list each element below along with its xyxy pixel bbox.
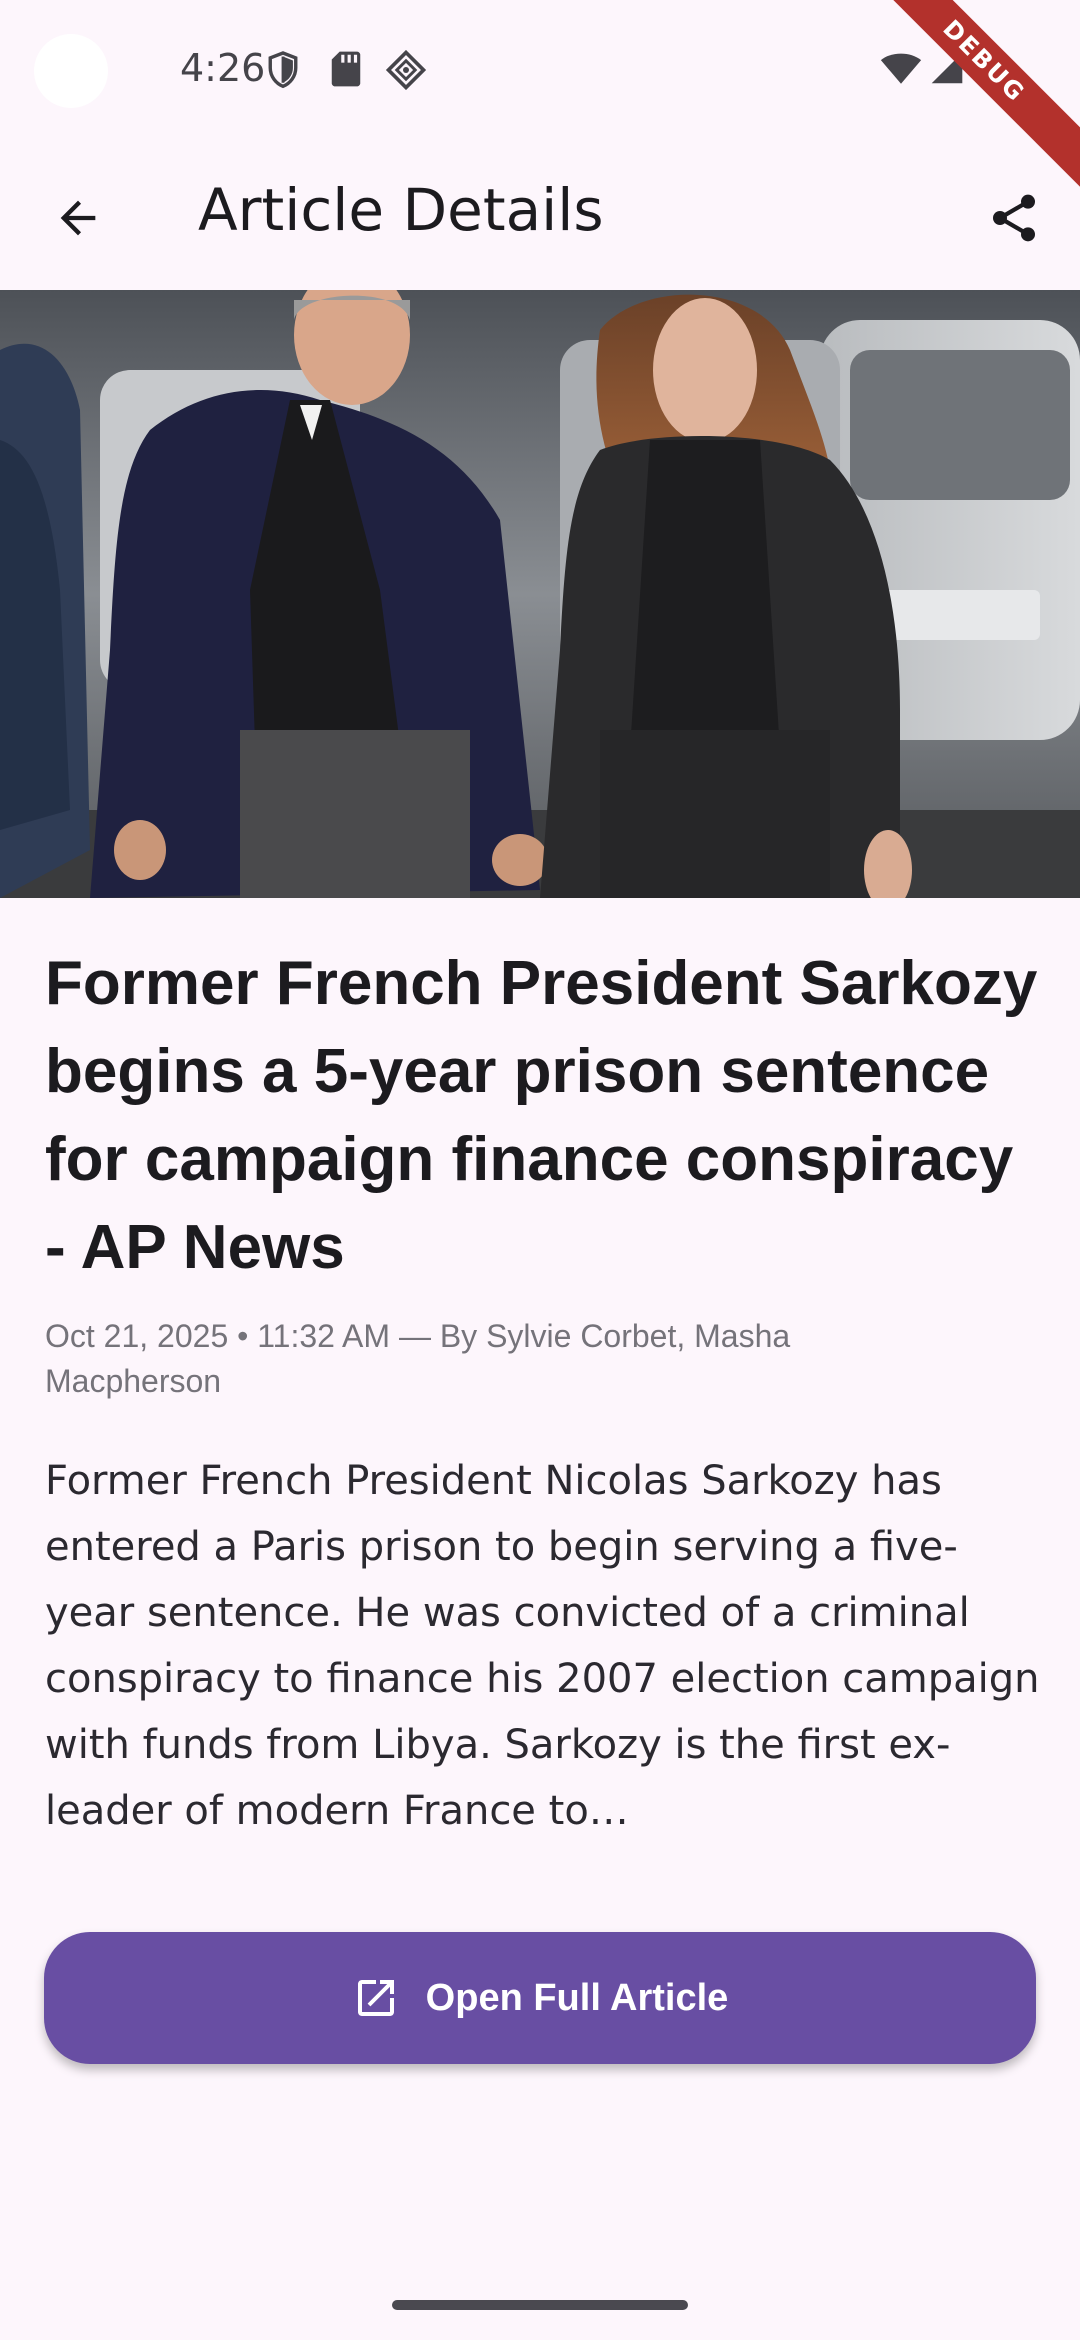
app-bar: Article Details — [0, 140, 1080, 290]
open-full-article-button[interactable]: Open Full Article — [44, 1932, 1036, 2064]
arrow-back-icon — [60, 200, 96, 236]
article-hero-image — [0, 290, 1080, 898]
shield-icon — [266, 50, 300, 95]
article-headline: Former French President Sarkozy begins a… — [45, 949, 1038, 1282]
share-icon — [993, 194, 1035, 242]
article-summary: Former French President Nicolas Sarkozy … — [45, 1458, 1040, 1834]
sd-card-icon — [330, 50, 362, 93]
home-indicator[interactable] — [392, 2300, 688, 2310]
page-title: Article Details — [198, 176, 604, 244]
vpn-icon — [385, 49, 427, 95]
back-button[interactable] — [36, 176, 120, 260]
status-time: 4:26 — [180, 46, 266, 90]
wifi-icon — [880, 50, 922, 91]
share-button[interactable] — [970, 174, 1058, 262]
open-full-article-label: Open Full Article — [425, 1976, 729, 2019]
open-in-new-icon — [357, 1980, 394, 2016]
article-meta: Oct 21, 2025 • 11:32 AM — By Sylvie Corb… — [45, 1318, 791, 1399]
status-bar: 4:26 DEBUG — [0, 0, 1080, 189]
camera-cutout — [34, 34, 108, 108]
